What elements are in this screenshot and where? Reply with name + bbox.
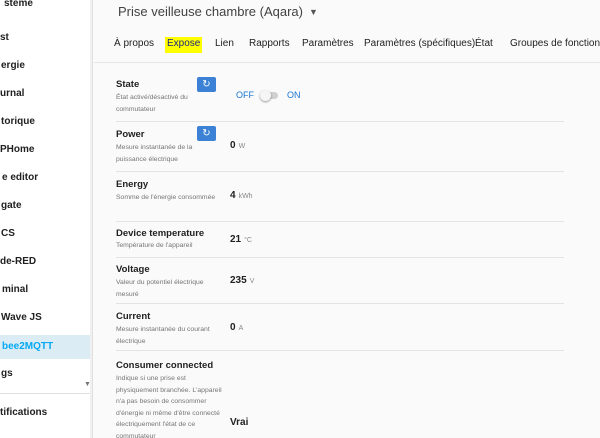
- sidebar-item-hacs[interactable]: CS: [0, 223, 90, 245]
- toggle-off-label: OFF: [236, 90, 254, 100]
- sidebar-scrollbar[interactable]: [90, 0, 92, 438]
- tab-rapports[interactable]: Rapports: [249, 37, 290, 53]
- value-unit: W: [238, 143, 246, 150]
- expose-value: Vrai: [230, 417, 249, 428]
- sidebar-item-label: de-RED: [0, 256, 37, 267]
- tab-parametres-specifiques[interactable]: Paramètres (spécifiques): [364, 37, 475, 53]
- expose-description: État activé/désactivé du commutateur: [116, 94, 188, 113]
- expose-value: 21 °C: [230, 234, 252, 245]
- sidebar-item-node-red[interactable]: de-RED: [0, 251, 90, 273]
- sidebar-item-label: gate: [1, 200, 22, 211]
- sidebar-item-zigbee2mqtt[interactable]: bee2MQTT: [0, 335, 90, 359]
- value-number: 235: [230, 275, 247, 286]
- expose-description: Mesure instantanée du courant électrique: [116, 326, 210, 345]
- sidebar: stème st ergie urnal torique PHome e edi…: [0, 0, 93, 438]
- expose-row-power: Power Mesure instantanée de la puissance…: [116, 122, 564, 172]
- sidebar-item-label: torique: [1, 116, 35, 127]
- sidebar-item-systeme[interactable]: stème: [0, 0, 90, 22]
- refresh-icon: ↻: [202, 79, 211, 90]
- expose-name: Voltage: [116, 264, 150, 275]
- expose-row-voltage: Voltage Valeur du potentiel électrique m…: [116, 258, 564, 304]
- value-unit: A: [238, 325, 244, 332]
- tab-a-propos[interactable]: À propos: [114, 37, 154, 53]
- sidebar-divider: [0, 393, 90, 394]
- sidebar-item-logs[interactable]: gs: [0, 363, 90, 385]
- sidebar-item-journal[interactable]: urnal: [0, 83, 90, 105]
- sidebar-item-label: CS: [1, 228, 15, 239]
- sidebar-item-label: minal: [2, 284, 29, 295]
- value-unit: V: [249, 278, 255, 285]
- expose-name: Current: [116, 311, 151, 322]
- sidebar-item-label: Wave JS: [1, 312, 42, 323]
- sidebar-item-label: urnal: [0, 88, 25, 99]
- refresh-button[interactable]: ↻: [197, 77, 216, 92]
- sidebar-item-esphome[interactable]: PHome: [0, 139, 90, 161]
- sidebar-item-terminal[interactable]: minal: [0, 279, 90, 301]
- tab-lien[interactable]: Lien: [215, 37, 234, 53]
- sidebar-item-zwave-js[interactable]: Wave JS: [0, 307, 90, 329]
- expose-name: State: [116, 79, 140, 90]
- expose-value: 0A: [230, 322, 243, 333]
- chevron-down-icon: ▼: [308, 7, 318, 17]
- expose-row-consumer-connected: Consumer connected Indique si une prise …: [116, 351, 564, 438]
- sidebar-item-label: gs: [1, 368, 13, 379]
- expose-row-energy: Energy Somme de l'énergie consommée 4 kWh: [116, 172, 564, 222]
- expose-description: Valeur du potentiel électrique mesuré: [116, 279, 204, 298]
- sidebar-item-label: ergie: [1, 60, 25, 71]
- expose-name: Consumer connected: [116, 360, 214, 371]
- value-number: 0: [230, 322, 236, 333]
- sidebar-item-test[interactable]: st: [0, 27, 90, 49]
- expose-description: Mesure instantanée de la puissance élect…: [116, 144, 193, 163]
- tab-etat[interactable]: État: [475, 37, 493, 53]
- sidebar-item-label: e editor: [2, 172, 39, 183]
- expose-row-device-temperature: Device temperature Température de l'appa…: [116, 222, 564, 258]
- expose-row-state: State État activé/désactivé du commutate…: [116, 63, 564, 122]
- expose-description: Somme de l'énergie consommée: [116, 194, 216, 201]
- toggle-knob: [260, 90, 271, 101]
- refresh-icon: ↻: [202, 128, 211, 139]
- expose-value: 235 V: [230, 275, 254, 286]
- sidebar-item-energie[interactable]: ergie: [0, 55, 90, 77]
- sidebar-item-label: bee2MQTT: [2, 341, 54, 352]
- expose-value: 4 kWh: [230, 190, 253, 201]
- expose-value: 0W: [230, 140, 245, 151]
- expose-row-current: Current Mesure instantanée du courant él…: [116, 304, 564, 351]
- refresh-button[interactable]: ↻: [197, 126, 216, 141]
- expose-description: Indique si une prise est physiquement br…: [116, 375, 222, 438]
- value-unit: °C: [244, 237, 252, 244]
- device-title-dropdown[interactable]: Prise veilleuse chambre (Aqara) ▼: [118, 4, 318, 19]
- expose-name: Energy: [116, 179, 149, 190]
- value-number: 0: [230, 140, 236, 151]
- value-unit: kWh: [238, 193, 253, 200]
- sidebar-item-label: st: [0, 32, 9, 43]
- sidebar-item-label: PHome: [0, 144, 35, 155]
- page-title: Prise veilleuse chambre (Aqara): [118, 4, 303, 19]
- tab-groupes-de-fonctionnalites[interactable]: Groupes de fonctionnal: [510, 37, 600, 53]
- app-root: stème st ergie urnal torique PHome e edi…: [0, 0, 600, 438]
- expose-name: Power: [116, 129, 145, 140]
- sidebar-item-frigate[interactable]: gate: [0, 195, 90, 217]
- toggle-on-label: ON: [287, 90, 301, 100]
- sidebar-item-historique[interactable]: torique: [0, 111, 90, 133]
- sidebar-item-file-editor[interactable]: e editor: [0, 167, 90, 189]
- value-number: 21: [230, 234, 242, 245]
- sidebar-item-label: tifications: [0, 407, 48, 418]
- value-number: 4: [230, 190, 236, 201]
- sidebar-item-label: stème: [4, 0, 33, 9]
- exposes-list: State État activé/désactivé du commutate…: [94, 63, 600, 438]
- tab-parametres[interactable]: Paramètres: [302, 37, 354, 53]
- expose-name: Device temperature: [116, 228, 205, 239]
- sidebar-item-notifications[interactable]: tifications: [0, 402, 90, 424]
- page-header: Prise veilleuse chambre (Aqara) ▼ À propo…: [94, 0, 600, 62]
- tab-expose[interactable]: Expose: [165, 37, 203, 53]
